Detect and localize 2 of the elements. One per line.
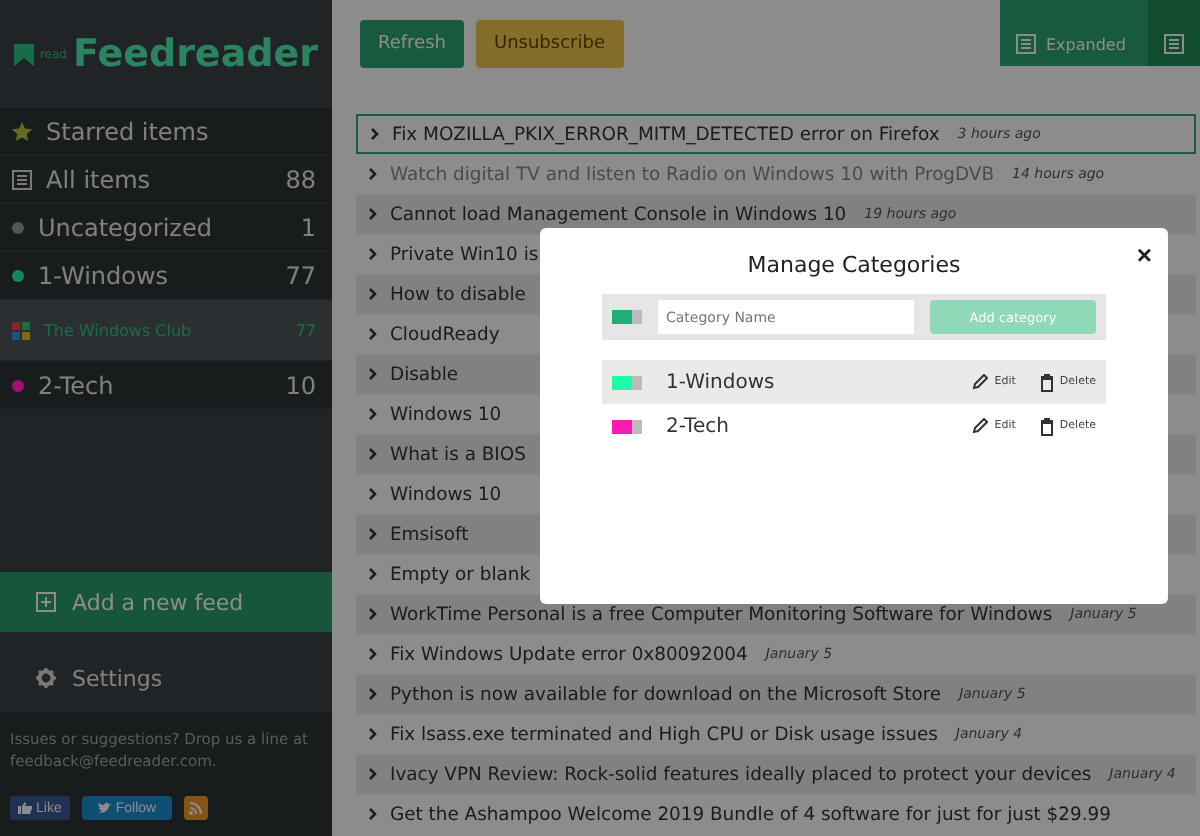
- dialog-title: Manage Categories: [747, 252, 961, 278]
- logo-text: Feedreader: [72, 32, 319, 76]
